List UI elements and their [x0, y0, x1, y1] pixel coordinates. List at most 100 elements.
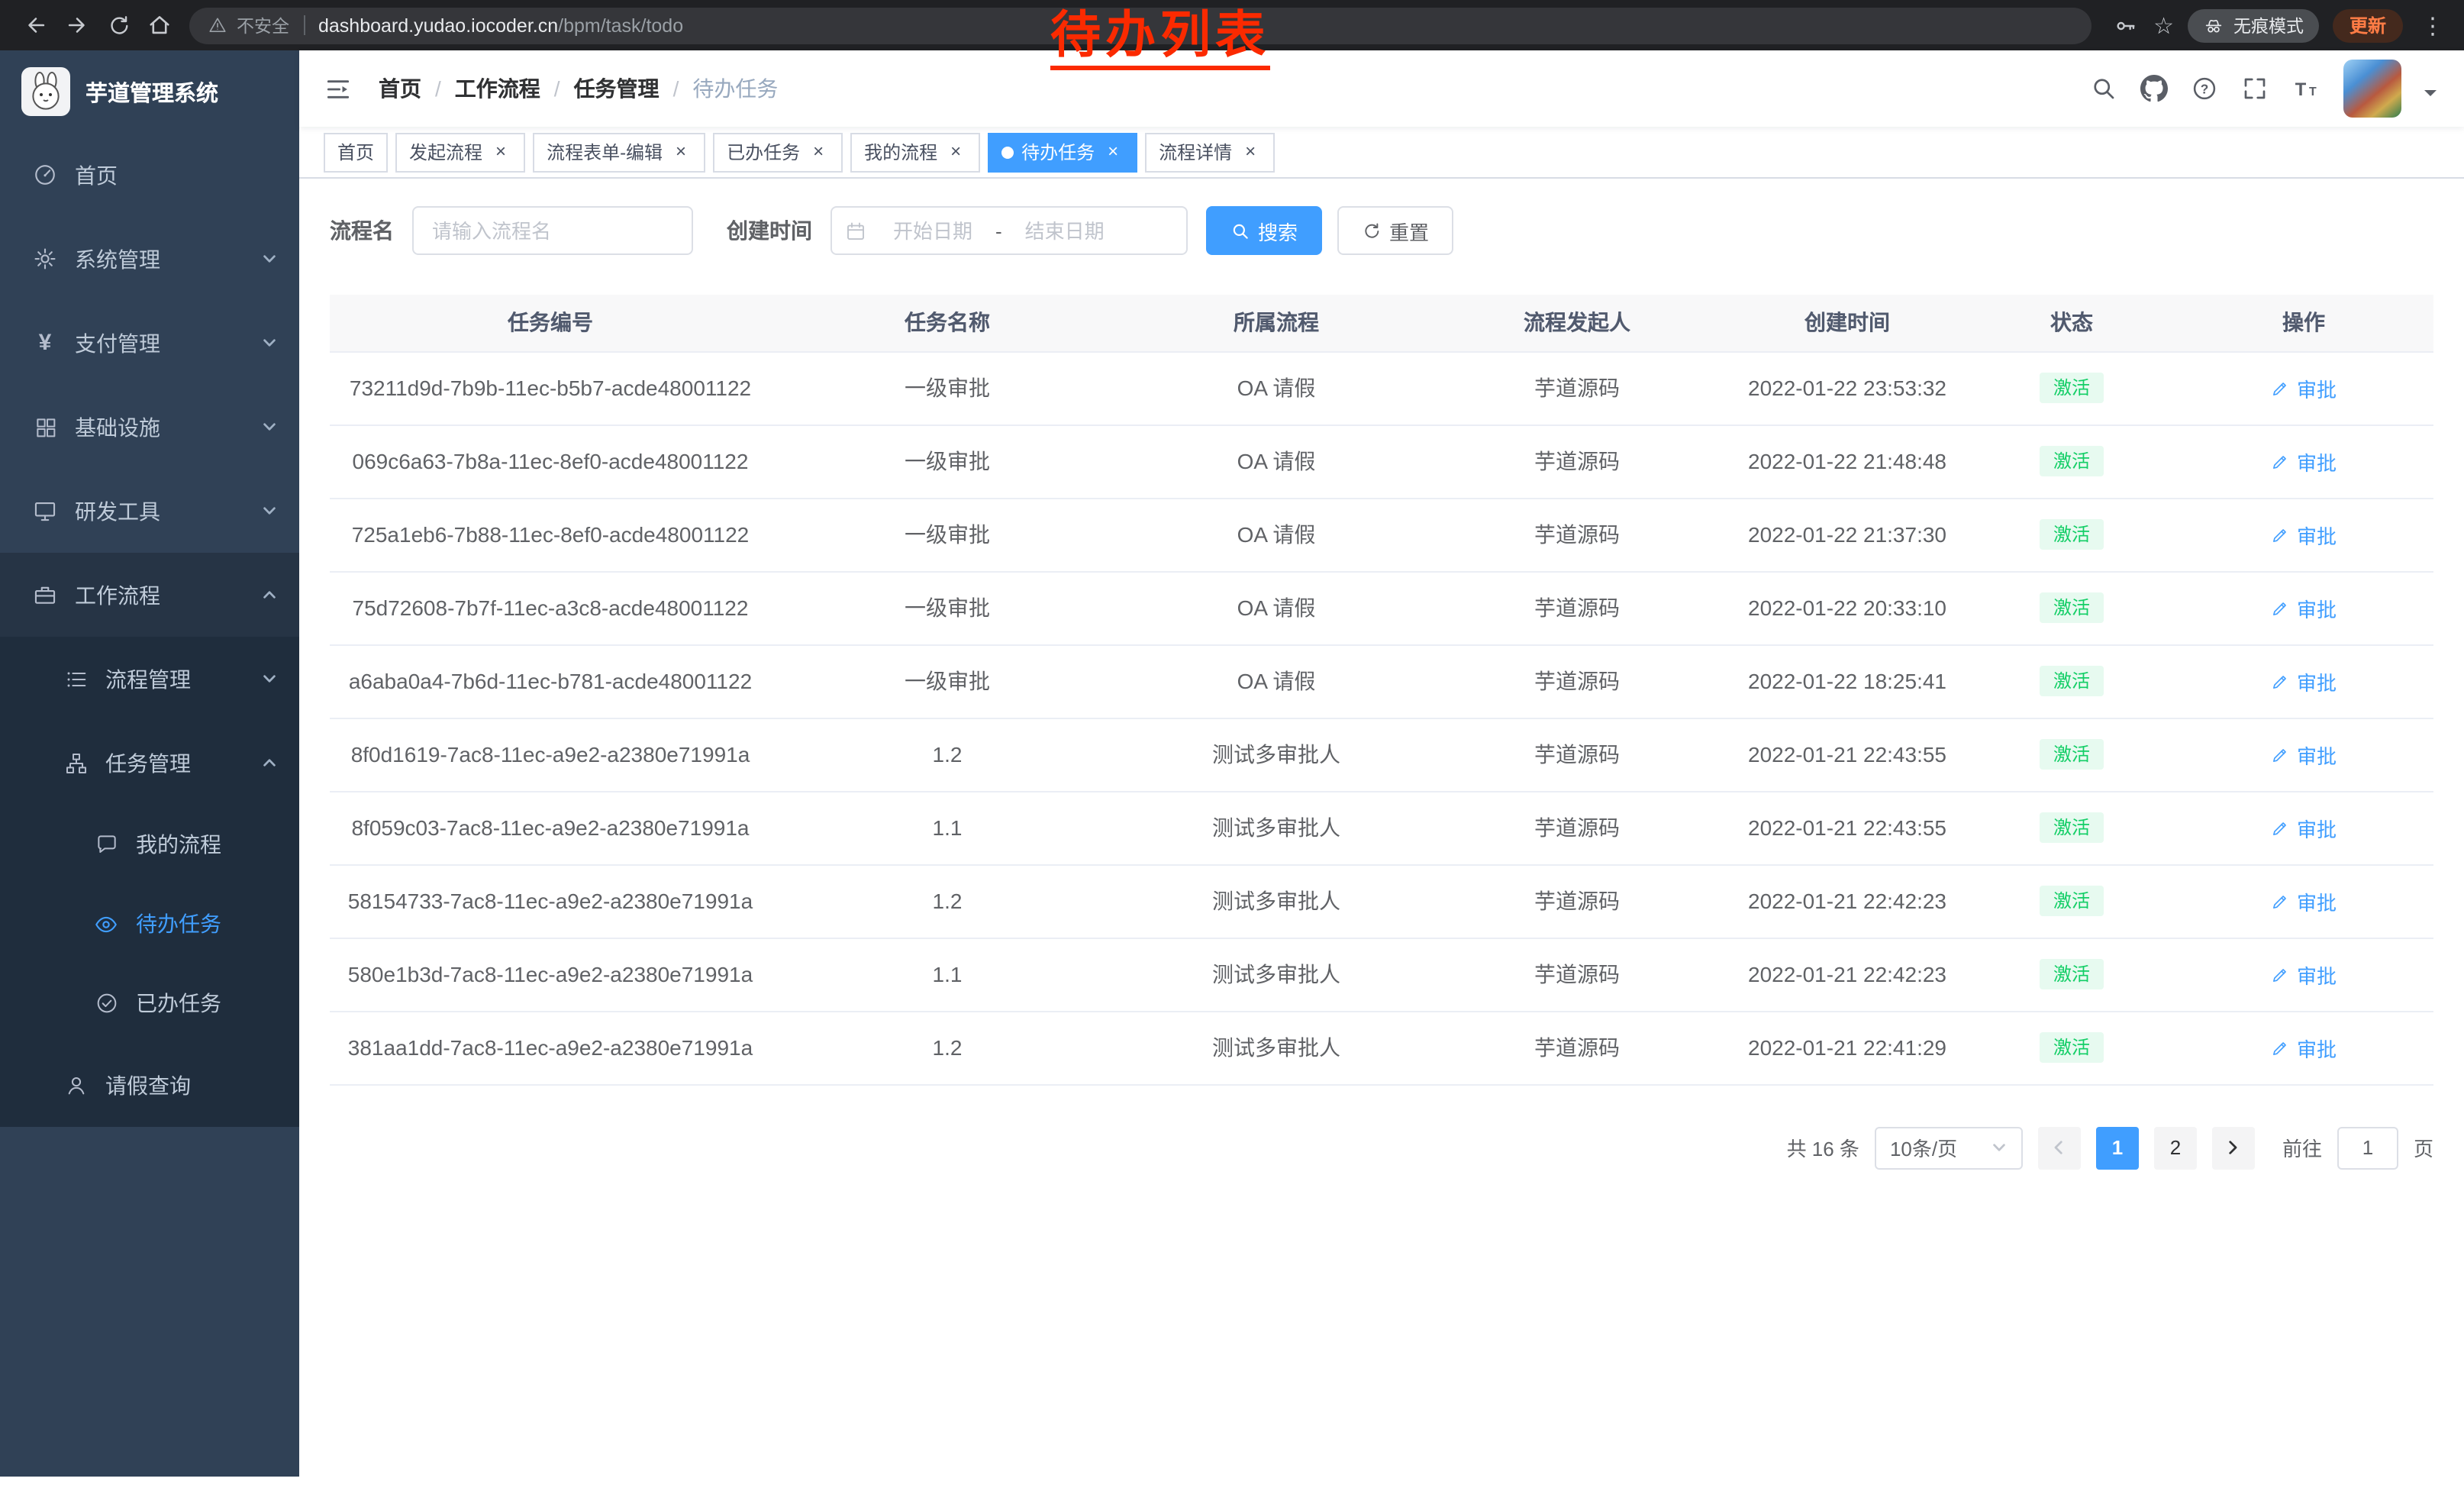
process-name-input[interactable] [412, 206, 693, 255]
cell-process: OA 请假 [1124, 351, 1429, 424]
search-icon[interactable] [2090, 75, 2117, 102]
app-title: 芋道管理系统 [85, 76, 218, 108]
browser-home-icon[interactable] [139, 5, 180, 46]
screen: 不安全 dashboard.yudao.iocoder.cn /bpm/task… [0, 0, 2464, 1501]
cell-action: 审批 [2174, 938, 2433, 1011]
approve-link[interactable]: 审批 [2271, 813, 2337, 842]
table-row: 73211d9d-7b9b-11ec-b5b7-acde48001122一级审批… [330, 351, 2433, 424]
sidebar-toggle-icon[interactable] [324, 74, 353, 103]
fullscreen-icon[interactable] [2241, 75, 2269, 102]
goto-page-input[interactable] [2337, 1126, 2398, 1169]
tab-close-icon[interactable]: × [808, 141, 829, 163]
browser-menu-icon[interactable]: ⋮ [2417, 11, 2449, 39]
prev-page-button[interactable] [2038, 1126, 2081, 1169]
password-key-icon[interactable] [2109, 5, 2140, 46]
cell-status: 激活 [1969, 424, 2174, 498]
tab-close-icon[interactable]: × [490, 141, 511, 163]
sidebar-item-leave-query[interactable]: 请假查询 [0, 1043, 299, 1127]
approve-link[interactable]: 审批 [2271, 593, 2337, 622]
col-action: 操作 [2174, 295, 2433, 351]
breadcrumb-separator: / [554, 76, 560, 101]
tab-close-icon[interactable]: × [945, 141, 966, 163]
approve-link[interactable]: 审批 [2271, 1033, 2337, 1062]
breadcrumb-item[interactable]: 任务管理 [574, 73, 660, 104]
reset-button[interactable]: 重置 [1337, 206, 1453, 255]
sidebar-item-done-tasks[interactable]: 已办任务 [0, 964, 299, 1043]
menu-label: 已办任务 [136, 988, 221, 1018]
tab-close-icon[interactable]: × [1240, 141, 1261, 163]
menu-label: 支付管理 [75, 328, 160, 358]
user-avatar[interactable] [2343, 60, 2401, 118]
browser-refresh-icon[interactable] [98, 5, 139, 46]
edit-pen-icon [2271, 964, 2291, 984]
sidebar-item-process-management[interactable]: 流程管理 [0, 637, 299, 721]
tab-close-icon[interactable]: × [670, 141, 692, 163]
tabs-bar: 首页发起流程×流程表单-编辑×已办任务×我的流程×待办任务×流程详情× [299, 127, 2464, 179]
approve-link[interactable]: 审批 [2271, 886, 2337, 915]
help-question-icon[interactable]: ? [2191, 75, 2218, 102]
tab-4[interactable]: 已办任务× [713, 132, 843, 172]
col-task-name: 任务名称 [771, 295, 1124, 351]
update-button[interactable]: 更新 [2333, 8, 2403, 42]
breadcrumb-item[interactable]: 工作流程 [455, 73, 540, 104]
approve-link[interactable]: 审批 [2271, 960, 2337, 989]
cell-task-id: 580e1b3d-7ac8-11ec-a9e2-a2380e71991a [330, 938, 771, 1011]
col-create-time: 创建时间 [1725, 295, 1969, 351]
sidebar-item-infrastructure[interactable]: 基础设施 [0, 385, 299, 469]
approve-link[interactable]: 审批 [2271, 520, 2337, 549]
github-icon[interactable] [2140, 75, 2168, 102]
page-button-1[interactable]: 1 [2096, 1126, 2139, 1169]
approve-link[interactable]: 审批 [2271, 667, 2337, 696]
cell-starter: 芋道源码 [1429, 864, 1725, 938]
sidebar-item-my-process[interactable]: 我的流程 [0, 805, 299, 884]
cell-task-id: 381aa1dd-7ac8-11ec-a9e2-a2380e71991a [330, 1011, 771, 1084]
cell-action: 审批 [2174, 791, 2433, 864]
sidebar: 芋道管理系统 首页 系统管理 ¥ [0, 50, 299, 1477]
sidebar-item-system[interactable]: 系统管理 [0, 217, 299, 301]
sidebar-item-home[interactable]: 首页 [0, 133, 299, 217]
sidebar-item-payment[interactable]: ¥ 支付管理 [0, 301, 299, 385]
cell-status: 激活 [1969, 864, 2174, 938]
tab-7[interactable]: 流程详情× [1145, 132, 1275, 172]
avatar-caret-down-icon[interactable] [2424, 89, 2437, 102]
browser-back-icon[interactable] [15, 5, 56, 46]
sidebar-item-workflow[interactable]: 工作流程 [0, 553, 299, 637]
browser-forward-icon[interactable] [56, 5, 98, 46]
edit-pen-icon [2271, 598, 2291, 618]
approve-link[interactable]: 审批 [2271, 740, 2337, 769]
app-logo[interactable]: 芋道管理系统 [0, 50, 299, 133]
reset-button-label: 重置 [1389, 216, 1429, 245]
tab-2[interactable]: 发起流程× [395, 132, 525, 172]
cell-create-time: 2022-01-22 23:53:32 [1725, 351, 1969, 424]
cell-create-time: 2022-01-21 22:43:55 [1725, 791, 1969, 864]
approve-link[interactable]: 审批 [2271, 447, 2337, 476]
end-date-input[interactable] [1005, 219, 1124, 242]
search-button[interactable]: 搜索 [1206, 206, 1322, 255]
tab-close-icon[interactable]: × [1102, 141, 1124, 163]
tab-6[interactable]: 待办任务× [988, 132, 1137, 172]
edit-pen-icon [2271, 671, 2291, 691]
tab-3[interactable]: 流程表单-编辑× [533, 132, 705, 172]
process-name-label: 流程名 [330, 215, 394, 246]
org-flow-icon [61, 750, 90, 775]
sidebar-item-todo-tasks[interactable]: 待办任务 [0, 884, 299, 964]
start-date-input[interactable] [873, 219, 992, 242]
list-icon [61, 667, 90, 691]
tab-1[interactable]: 首页 [324, 132, 388, 172]
cell-create-time: 2022-01-21 22:41:29 [1725, 1011, 1969, 1084]
cell-task-name: 1.1 [771, 791, 1124, 864]
cell-starter: 芋道源码 [1429, 938, 1725, 1011]
font-size-icon[interactable]: TT [2291, 74, 2320, 103]
next-page-button[interactable] [2212, 1126, 2255, 1169]
breadcrumb-item[interactable]: 首页 [379, 73, 421, 104]
tab-5[interactable]: 我的流程× [850, 132, 980, 172]
date-range-picker[interactable]: - [830, 206, 1188, 255]
approve-link[interactable]: 审批 [2271, 373, 2337, 402]
page-size-select[interactable]: 10条/页 [1875, 1126, 2023, 1169]
cell-create-time: 2022-01-21 22:42:23 [1725, 938, 1969, 1011]
bookmark-star-icon[interactable]: ☆ [2153, 11, 2174, 39]
page-button-2[interactable]: 2 [2154, 1126, 2197, 1169]
sidebar-item-devtools[interactable]: 研发工具 [0, 469, 299, 553]
sidebar-item-task-management[interactable]: 任务管理 [0, 721, 299, 805]
status-badge: 激活 [2040, 1032, 2104, 1064]
